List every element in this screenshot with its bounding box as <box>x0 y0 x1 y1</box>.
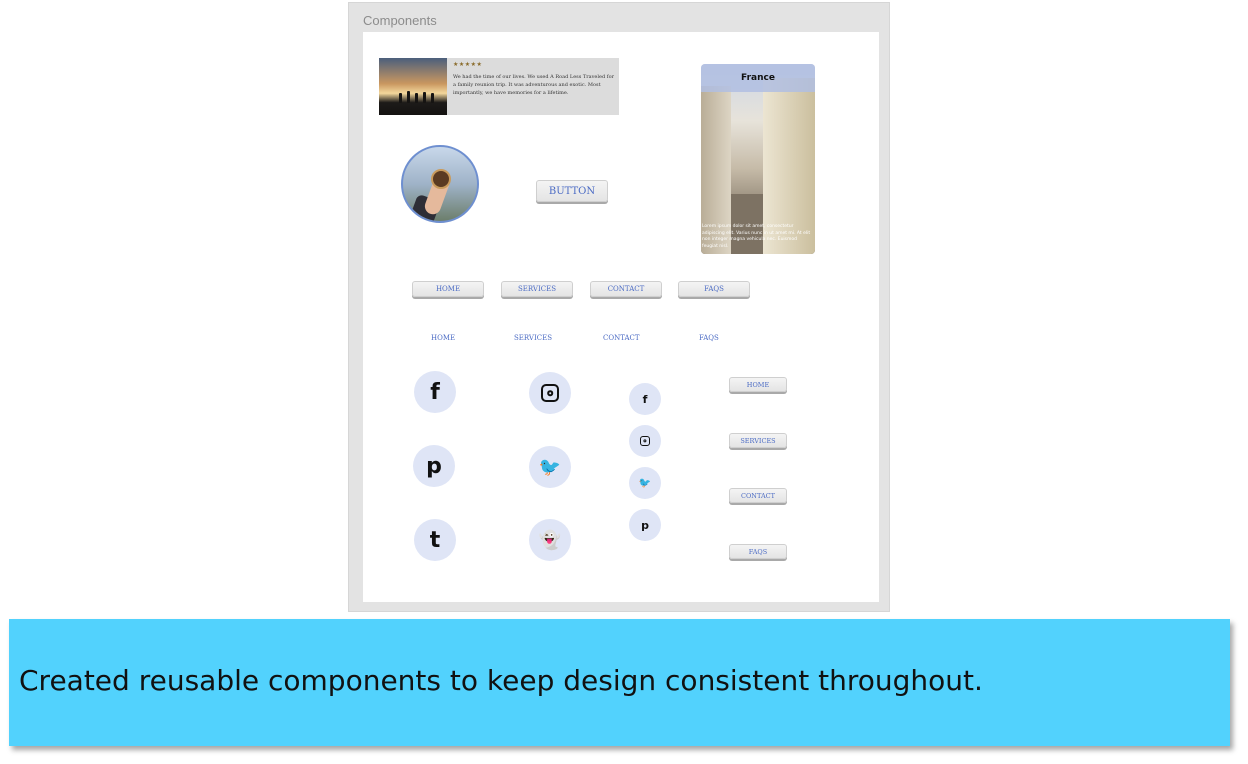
components-artboard: ★★★★★ We had the time of our lives. We u… <box>363 32 879 602</box>
facebook-icon[interactable]: f <box>414 371 456 413</box>
destination-text: Lorem ipsum dolor sit amet, consectetur … <box>702 224 811 249</box>
instagram-icon[interactable] <box>529 372 571 414</box>
nav-button-services[interactable]: SERVICES <box>501 281 573 297</box>
nav-button-contact[interactable]: CONTACT <box>590 281 662 297</box>
compass-icon <box>431 169 451 189</box>
tumblr-icon[interactable]: t <box>414 519 456 561</box>
caption-banner: Created reusable components to keep desi… <box>9 619 1230 746</box>
destination-card[interactable]: France Lorem ipsum dolor sit amet, conse… <box>701 64 815 254</box>
primary-button[interactable]: BUTTON <box>536 180 608 202</box>
snapchat-icon[interactable]: 👻 <box>529 519 571 561</box>
pinterest-icon[interactable]: p <box>629 509 661 541</box>
components-frame: Components ★★★★★ We had the time of our … <box>348 2 890 612</box>
avatar <box>401 145 479 223</box>
review-photo <box>379 58 447 115</box>
review-text: We had the time of our lives. We used A … <box>453 74 614 96</box>
side-button-services[interactable]: SERVICES <box>729 433 787 448</box>
facebook-icon[interactable]: f <box>629 383 661 415</box>
nav-link-faqs[interactable]: FAQS <box>699 334 719 342</box>
nav-button-home[interactable]: HOME <box>412 281 484 297</box>
nav-link-contact[interactable]: CONTACT <box>603 334 640 342</box>
pinterest-icon[interactable]: p <box>413 445 455 487</box>
instagram-icon[interactable] <box>629 425 661 457</box>
nav-link-services[interactable]: SERVICES <box>514 334 552 342</box>
nav-button-faqs[interactable]: FAQS <box>678 281 750 297</box>
caption-text: Created reusable components to keep desi… <box>19 664 983 697</box>
frame-title: Components <box>363 13 437 28</box>
nav-link-home[interactable]: HOME <box>431 334 455 342</box>
twitter-icon[interactable]: 🐦 <box>529 446 571 488</box>
review-stars: ★★★★★ <box>453 61 483 68</box>
side-button-home[interactable]: HOME <box>729 377 787 392</box>
side-button-contact[interactable]: CONTACT <box>729 488 787 503</box>
side-button-faqs[interactable]: FAQS <box>729 544 787 559</box>
destination-title: France <box>741 73 775 83</box>
twitter-icon[interactable]: 🐦 <box>629 467 661 499</box>
review-card: ★★★★★ We had the time of our lives. We u… <box>379 58 619 115</box>
